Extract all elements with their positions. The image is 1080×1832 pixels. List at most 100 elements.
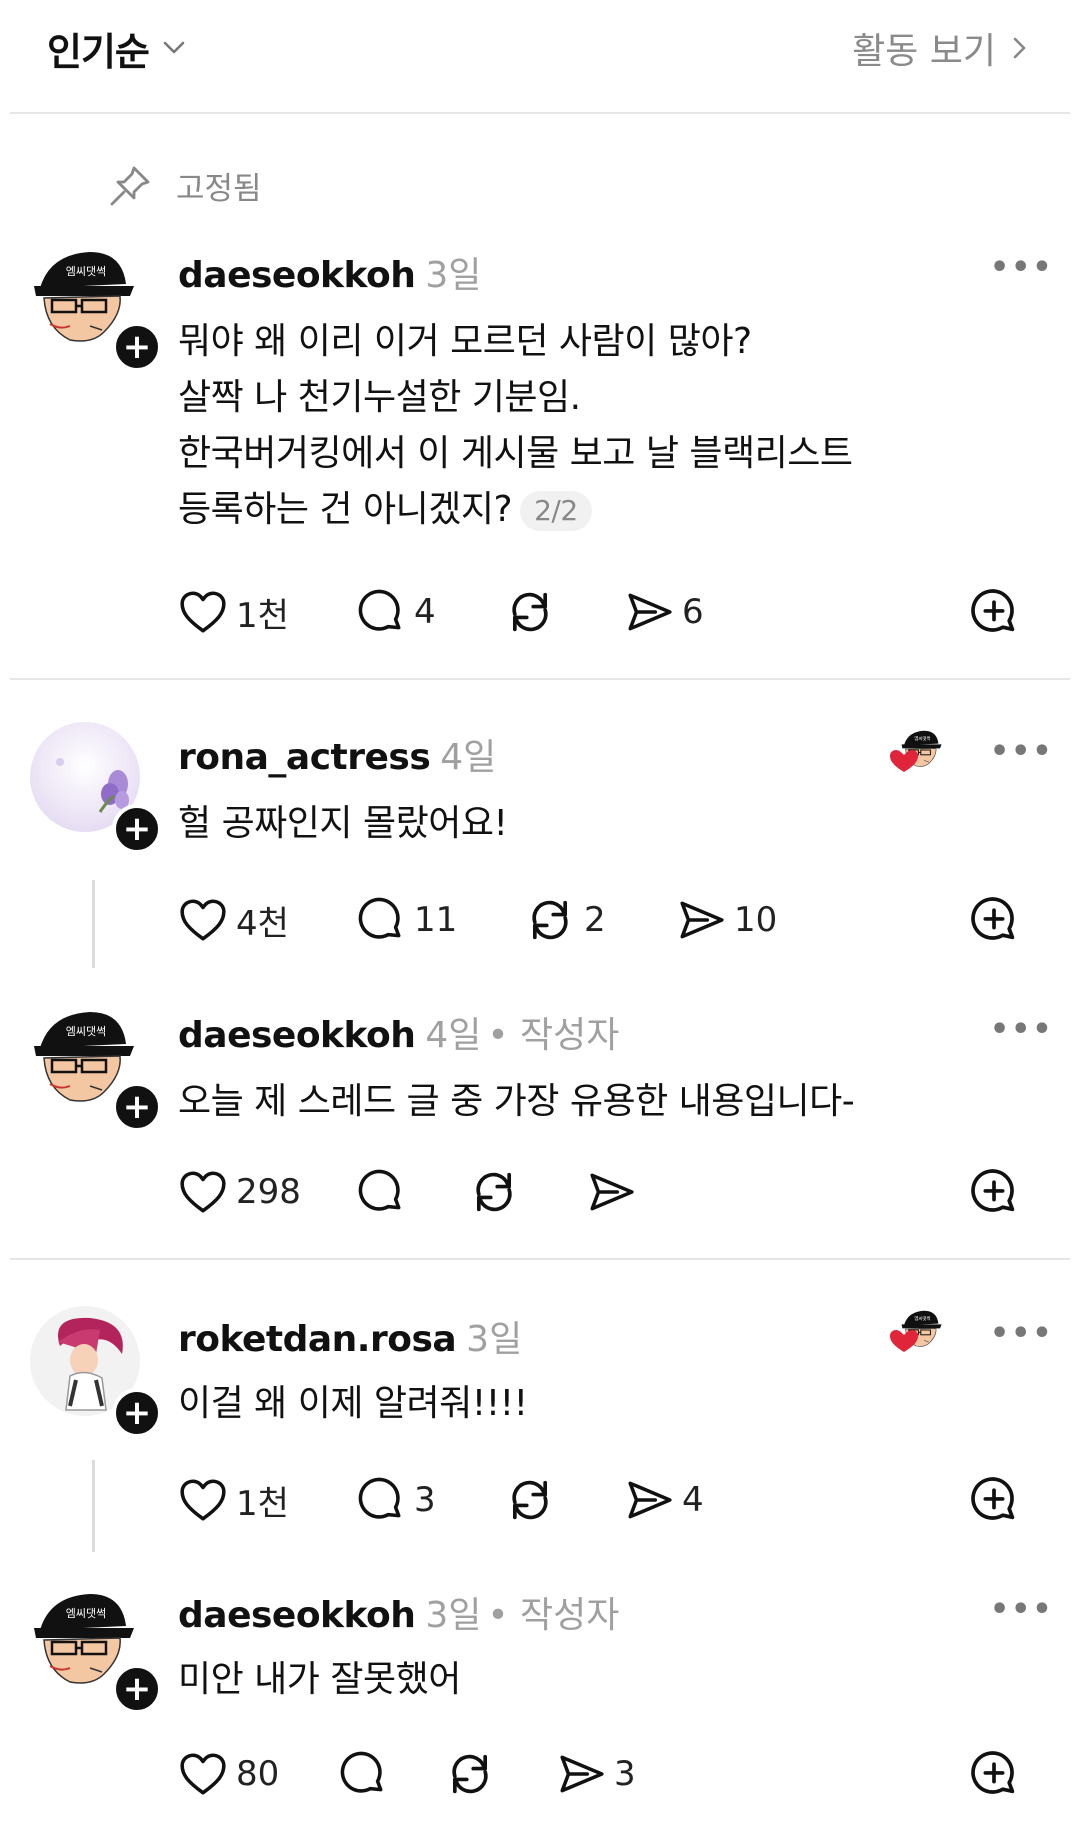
comment-header: daeseokkoh 4일 • 작성자 [178,1006,619,1058]
repost-button[interactable] [504,1474,624,1526]
repost-button[interactable] [444,1748,556,1800]
sort-label: 인기순 [47,29,150,74]
comment-body: 이걸 왜 이제 알려줘!!!! [178,1376,528,1432]
timestamp: 4일 [440,737,497,778]
follow-plus-icon[interactable]: + [112,322,162,372]
comment-line: 오늘 제 스레드 글 중 가장 유용한 내용입니다- [178,1081,855,1122]
repost-button[interactable] [468,1166,586,1218]
share-count: 10 [734,900,778,940]
comment-divider [10,1258,1070,1260]
reply-button[interactable]: 4 [356,587,504,637]
more-icon[interactable]: ••• [990,1316,1054,1351]
heart-icon [178,1475,228,1525]
share-count: 3 [614,1754,636,1794]
action-bar: 80 3 [178,1744,1038,1804]
follow-plus-icon[interactable]: + [112,1082,162,1132]
action-bar: 298 [178,1162,1038,1222]
comment-body: 뭐야 왜 이리 이거 모르던 사람이 많아? 살짝 나 천기누설한 기분임. 한… [178,314,998,538]
heart-icon [178,895,228,945]
add-to-button[interactable] [968,894,1020,946]
more-icon[interactable]: ••• [990,1592,1054,1627]
username[interactable]: daeseokkoh [178,255,416,296]
page-indicator: 2/2 [520,491,592,531]
repost-button[interactable] [504,586,624,638]
author-tag: • 작성자 [487,1015,620,1056]
pin-icon [110,166,150,205]
comment-icon [338,1749,388,1799]
add-icon [968,1748,1020,1800]
repost-icon [468,1166,520,1218]
header-divider [10,112,1070,114]
share-button[interactable] [586,1167,706,1217]
share-icon [556,1749,606,1799]
comment-header: rona_actress 4일 [178,728,496,780]
reply-count: 11 [414,900,458,940]
comment-line: 헐 공짜인지 몰랐어요! [178,803,508,844]
comment-icon [356,1167,406,1217]
comment-body: 헐 공짜인지 몰랐어요! [178,796,508,852]
like-button[interactable]: 1천 [178,1475,356,1525]
comment-line: 등록하는 건 아니겠지? [178,489,513,530]
like-button[interactable]: 80 [178,1749,338,1799]
add-to-button[interactable] [968,586,1020,638]
add-to-button[interactable] [968,1474,1020,1526]
more-icon[interactable]: ••• [990,250,1054,285]
like-count: 1천 [236,1483,289,1524]
more-icon[interactable]: ••• [990,1012,1054,1047]
repost-icon [504,1474,556,1526]
comment-body: 오늘 제 스레드 글 중 가장 유용한 내용입니다- [178,1074,855,1130]
add-to-button[interactable] [968,1166,1020,1218]
view-activity-link[interactable]: 활동 보기 [852,18,1032,78]
follow-plus-icon[interactable]: + [112,1664,162,1714]
add-icon [968,894,1020,946]
like-button[interactable]: 1천 [178,587,356,637]
comment-icon [356,587,406,637]
reply-button[interactable] [356,1167,468,1217]
timestamp: 3일 [466,1319,523,1360]
view-activity-label: 활동 보기 [852,31,996,72]
avatar[interactable]: + [30,722,162,854]
share-button[interactable]: 10 [676,895,826,945]
comment-header: daeseokkoh 3일 • 작성자 [178,1586,619,1638]
liked-by-author-icon [890,726,946,786]
repost-count: 2 [584,900,606,940]
add-to-button[interactable] [968,1748,1020,1800]
chevron-down-icon [163,41,185,54]
add-icon [968,1474,1020,1526]
like-button[interactable]: 298 [178,1167,356,1217]
chevron-right-icon [1013,37,1026,59]
comment-header: daeseokkoh 3일 [178,246,481,298]
reply-button[interactable]: 3 [356,1475,504,1525]
timestamp: 3일 [425,255,482,296]
avatar[interactable]: + [30,1000,162,1132]
follow-plus-icon[interactable]: + [112,804,162,854]
more-icon[interactable]: ••• [990,734,1054,769]
sort-dropdown[interactable]: 인기순 [47,18,189,78]
heart-icon [178,587,228,637]
add-icon [968,586,1020,638]
avatar[interactable]: + [30,1582,162,1714]
like-button[interactable]: 4천 [178,895,356,945]
repost-button[interactable]: 2 [524,894,676,946]
reply-button[interactable] [338,1749,444,1799]
repost-icon [504,586,556,638]
comment-line: 미안 내가 잘못했어 [178,1659,461,1700]
share-icon [624,587,674,637]
username[interactable]: daeseokkoh [178,1595,416,1636]
heart-icon [178,1749,228,1799]
avatar[interactable]: + [30,1306,162,1438]
share-button[interactable]: 4 [624,1475,774,1525]
share-button[interactable]: 6 [624,587,774,637]
avatar[interactable]: + [30,240,162,372]
follow-plus-icon[interactable]: + [112,1388,162,1438]
heart-icon [178,1167,228,1217]
reply-count: 3 [414,1480,436,1520]
username[interactable]: roketdan.rosa [178,1319,457,1360]
username[interactable]: rona_actress [178,737,431,778]
share-button[interactable]: 3 [556,1749,706,1799]
like-count: 4천 [236,903,289,944]
reply-button[interactable]: 11 [356,895,524,945]
username[interactable]: daeseokkoh [178,1015,416,1056]
share-icon [624,1475,674,1525]
action-bar: 1천 3 4 [178,1470,1038,1530]
